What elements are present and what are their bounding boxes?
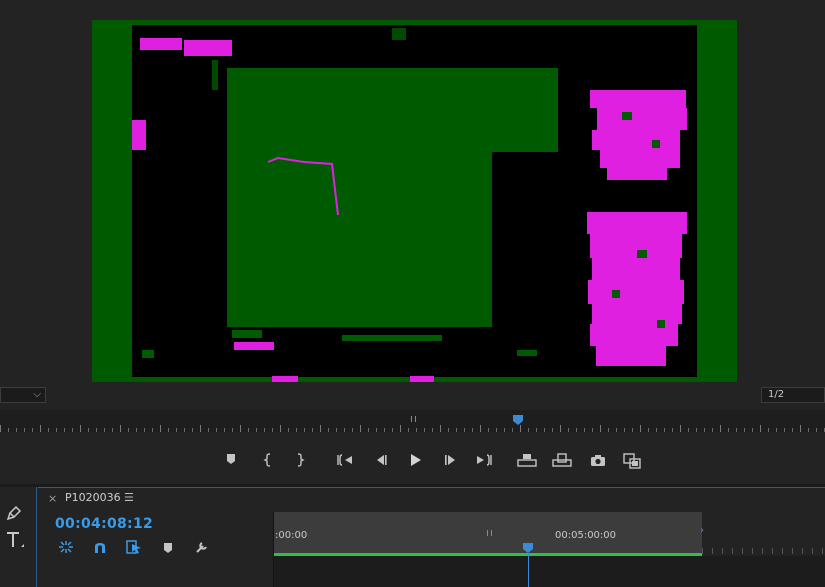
tools-panel <box>0 487 37 587</box>
wrench-icon <box>196 542 207 553</box>
mark-out-button[interactable] <box>289 449 311 471</box>
camera-icon <box>591 455 605 466</box>
add-marker-button[interactable] <box>220 449 242 471</box>
close-icon[interactable]: × <box>48 492 57 505</box>
program-video-frame[interactable] <box>92 20 737 382</box>
overwrite-button[interactable] <box>551 449 573 471</box>
insert-button[interactable] <box>516 449 538 471</box>
playhead-timecode[interactable]: 00:04:08:12 <box>55 516 153 532</box>
step-back-button[interactable] <box>369 449 391 471</box>
step-back-icon <box>377 455 387 465</box>
step-forward-icon <box>445 455 455 465</box>
snap-button[interactable] <box>91 539 109 555</box>
transport-controls <box>0 445 825 473</box>
timeline-playhead-icon[interactable] <box>523 543 533 553</box>
linked-selection-icon <box>126 540 141 554</box>
marker-icon <box>227 454 235 464</box>
ruler-label-start: :00:00 <box>275 530 308 541</box>
timeline-tracks[interactable] <box>274 556 825 587</box>
monitor-time-ruler[interactable] <box>0 410 825 432</box>
play-icon <box>411 454 421 466</box>
mark-in-icon <box>263 453 271 467</box>
pen-icon <box>6 505 22 521</box>
linked-selection-button[interactable] <box>125 539 143 555</box>
mark-out-icon <box>297 453 305 467</box>
timeline-ruler-extension[interactable] <box>702 512 825 556</box>
chevron-down-icon: ⌵ <box>33 389 41 400</box>
ruler-ticks <box>702 512 825 556</box>
monitor-playhead-icon[interactable] <box>513 415 523 425</box>
step-forward-button[interactable] <box>440 449 462 471</box>
play-button[interactable] <box>404 449 426 471</box>
fit-dropdown[interactable]: ⌵ <box>0 387 46 403</box>
panel-menu-icon[interactable]: ☰ <box>124 491 134 504</box>
sequence-tab-title[interactable]: P1020036 <box>65 491 121 504</box>
playback-resolution-dropdown[interactable]: 1/2 <box>761 387 825 403</box>
timeline-settings-button[interactable] <box>193 539 211 555</box>
column-separator <box>273 512 274 587</box>
mark-in-button[interactable] <box>257 449 279 471</box>
work-area-grip[interactable] <box>487 530 492 536</box>
insert-icon <box>517 454 537 467</box>
export-frame-button[interactable] <box>587 449 609 471</box>
nest-toggle-button[interactable] <box>57 539 75 555</box>
go-to-in-icon <box>337 454 352 466</box>
resolution-value: 1/2 <box>768 389 785 400</box>
button-editor-button[interactable] <box>621 449 643 471</box>
button-editor-icon <box>623 453 641 469</box>
overwrite-icon <box>552 453 572 467</box>
track-headers-area <box>38 556 274 587</box>
timeline-playhead-line[interactable] <box>528 553 529 587</box>
marker-icon <box>164 543 172 553</box>
pen-tool-button[interactable] <box>4 504 26 524</box>
go-to-out-button[interactable] <box>473 449 495 471</box>
go-to-out-icon <box>477 454 492 466</box>
add-marker-timeline-button[interactable] <box>159 539 177 555</box>
magnet-icon <box>95 543 105 553</box>
work-area-marker <box>411 416 416 422</box>
type-tool-button[interactable] <box>4 531 26 551</box>
type-icon <box>7 532 24 547</box>
go-to-in-button[interactable] <box>334 449 356 471</box>
nest-icon <box>59 541 73 553</box>
work-area-end-marker[interactable]: › <box>700 525 705 545</box>
video-content <box>92 20 737 382</box>
ruler-label-5min: 00:05:00:00 <box>555 530 617 541</box>
